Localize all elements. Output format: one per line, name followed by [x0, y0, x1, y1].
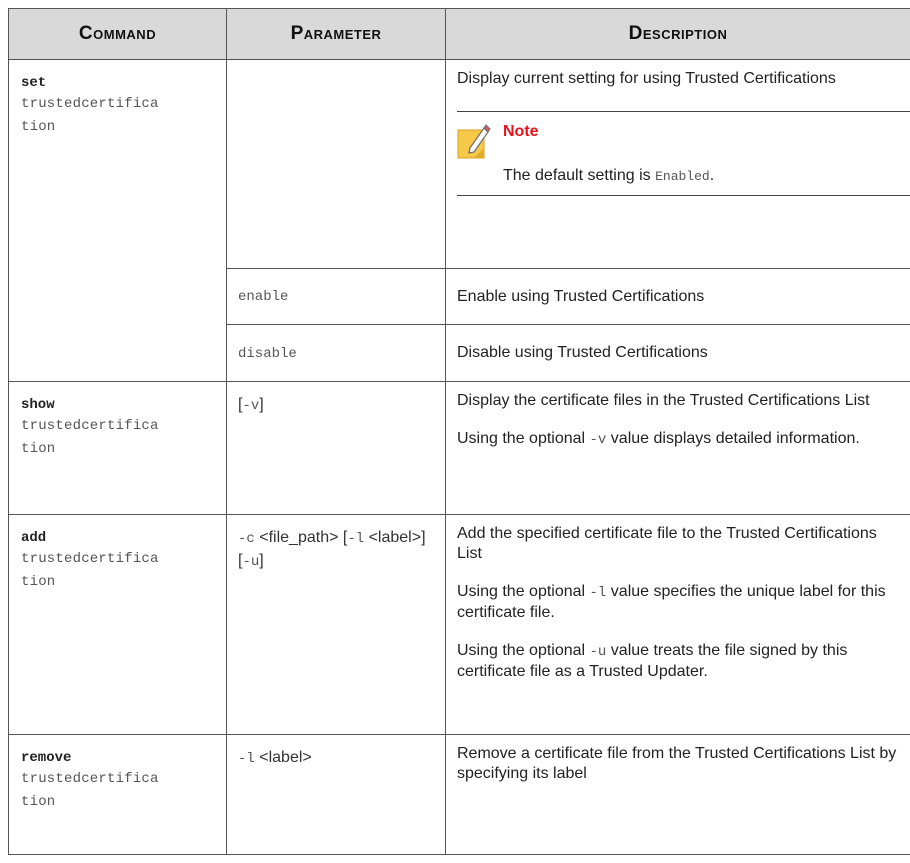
parameter-cell: enable	[226, 268, 446, 325]
table-row: add trustedcertifica tion -c <file_path>…	[8, 514, 910, 735]
command-cell-show: show trustedcertifica tion	[8, 381, 227, 515]
description-cell: Enable using Trusted Certifications	[445, 268, 910, 325]
command-arg: tion	[21, 794, 56, 810]
command-arg: trustedcertifica	[21, 418, 159, 434]
parameter-cell: -l <label>	[226, 734, 446, 855]
command-arg: tion	[21, 119, 56, 135]
command-arg: trustedcertifica	[21, 96, 159, 112]
note-code: Enabled	[655, 169, 710, 184]
note-box: Note The default setting is Enabled.	[457, 111, 910, 196]
header-description: Description	[445, 8, 910, 60]
parameter-cell: disable	[226, 324, 446, 382]
description-cell: Display the certificate files in the Tru…	[445, 381, 910, 515]
command-arg: tion	[21, 574, 56, 590]
parameter-cell	[226, 59, 446, 269]
header-parameter: Parameter	[226, 8, 446, 60]
command-cell-add: add trustedcertifica tion	[8, 514, 227, 735]
parameter-cell: [-v]	[226, 381, 446, 515]
note-title: Note	[503, 123, 539, 140]
header-command: Command	[8, 8, 227, 60]
command-keyword: add	[21, 530, 47, 546]
description-cell: Display current setting for using Truste…	[445, 59, 910, 269]
command-keyword: show	[21, 397, 55, 413]
description-text: Display current setting for using Truste…	[457, 70, 836, 87]
command-cell-remove: remove trustedcertifica tion	[8, 734, 227, 855]
description-cell: Add the specified certificate file to th…	[445, 514, 910, 735]
description-cell: Disable using Trusted Certifications	[445, 324, 910, 382]
command-keyword: remove	[21, 750, 72, 766]
note-text: The default setting is Enabled.	[503, 167, 715, 184]
description-cell: Remove a certificate file from the Trust…	[445, 734, 910, 855]
command-arg: trustedcertifica	[21, 551, 159, 567]
note-pencil-icon	[457, 124, 491, 159]
header-row: Command Parameter Description	[8, 8, 910, 60]
command-table: Command Parameter Description set truste…	[8, 8, 910, 855]
table-row: remove trustedcertifica tion -l <label> …	[8, 734, 910, 855]
parameter-cell: -c <file_path> [-l <label>] [-u]	[226, 514, 446, 735]
command-arg: trustedcertifica	[21, 771, 159, 787]
table-row: show trustedcertifica tion [-v] Display …	[8, 381, 910, 515]
table-row: set trustedcertifica tion Display curren…	[8, 59, 910, 382]
command-keyword: set	[21, 75, 47, 91]
command-cell-set: set trustedcertifica tion	[8, 59, 227, 382]
command-arg: tion	[21, 441, 56, 457]
